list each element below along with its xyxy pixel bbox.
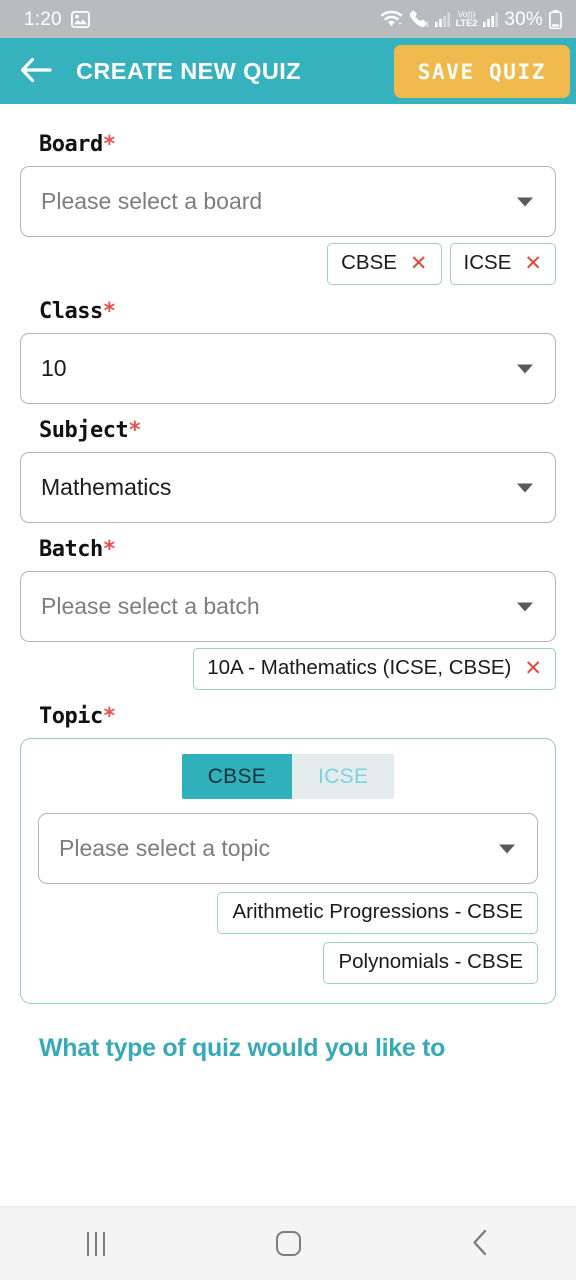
recents-button[interactable] bbox=[36, 1207, 156, 1280]
board-label: Board* bbox=[39, 132, 556, 157]
topic-chip[interactable]: Arithmetic Progressions - CBSE bbox=[217, 892, 538, 934]
board-select-value: Please select a board bbox=[41, 188, 263, 214]
status-bar-right: 1 Vo))) LTE2 30% bbox=[380, 8, 562, 30]
close-x-icon[interactable]: ✕ bbox=[410, 253, 428, 274]
svg-text:1: 1 bbox=[425, 22, 429, 29]
volte-icon: Vo))) LTE2 bbox=[456, 10, 478, 28]
chevron-down-icon bbox=[517, 197, 533, 206]
segmented-control: CBSE ICSE bbox=[181, 754, 395, 799]
battery-percent-label: 30% bbox=[504, 8, 543, 30]
batch-select-value: Please select a batch bbox=[41, 593, 260, 619]
topic-board-tabs: CBSE ICSE bbox=[38, 754, 538, 799]
chevron-down-icon bbox=[517, 602, 533, 611]
batch-label: Batch* bbox=[39, 537, 556, 562]
battery-low-icon bbox=[549, 9, 562, 29]
topic-select-value: Please select a topic bbox=[59, 835, 270, 861]
status-bar-left: 1:20 bbox=[24, 10, 90, 29]
subject-select[interactable]: Mathematics bbox=[20, 452, 556, 523]
board-label-text: Board bbox=[39, 132, 103, 157]
subject-select-value: Mathematics bbox=[41, 474, 172, 500]
topic-card: CBSE ICSE Please select a topic Arithmet… bbox=[20, 738, 556, 1004]
class-label-text: Class bbox=[39, 299, 103, 324]
topic-chip-label: Arithmetic Progressions - CBSE bbox=[232, 900, 523, 924]
system-back-button[interactable] bbox=[420, 1207, 540, 1280]
chevron-down-icon bbox=[499, 844, 515, 853]
batch-chip[interactable]: 10A - Mathematics (ICSE, CBSE) ✕ bbox=[193, 648, 556, 690]
batch-select[interactable]: Please select a batch bbox=[20, 571, 556, 642]
quiz-type-prompt: What type of quiz would you like to bbox=[39, 1034, 446, 1062]
gallery-image-icon bbox=[70, 10, 90, 28]
required-asterisk: * bbox=[102, 132, 116, 157]
topic-label: Topic* bbox=[39, 704, 556, 729]
required-asterisk: * bbox=[128, 418, 141, 443]
home-button[interactable] bbox=[228, 1207, 348, 1280]
call-forward-icon: 1 bbox=[409, 10, 429, 28]
app-header: CREATE NEW QUIZ SAVE QUIZ bbox=[0, 38, 576, 104]
topic-chip-label: Polynomials - CBSE bbox=[338, 950, 523, 974]
tab-cbse[interactable]: CBSE bbox=[181, 754, 293, 799]
board-chip[interactable]: CBSE ✕ bbox=[327, 243, 442, 285]
topic-chip-row: Polynomials - CBSE bbox=[38, 942, 538, 984]
topic-chip[interactable]: Polynomials - CBSE bbox=[323, 942, 538, 984]
signal-bars-icon-2 bbox=[483, 11, 499, 27]
close-x-icon[interactable]: ✕ bbox=[524, 658, 542, 679]
required-asterisk: * bbox=[102, 299, 116, 324]
system-nav-bar bbox=[0, 1206, 576, 1280]
class-select[interactable]: 10 bbox=[20, 333, 556, 404]
back-chevron-icon bbox=[472, 1229, 488, 1259]
batch-label-text: Batch bbox=[39, 537, 103, 562]
chevron-down-icon bbox=[517, 364, 533, 373]
board-chip-row: CBSE ✕ ICSE ✕ bbox=[20, 243, 556, 285]
batch-chip-label: 10A - Mathematics (ICSE, CBSE) bbox=[207, 656, 512, 680]
volte-bottom-label: LTE2 bbox=[455, 17, 478, 29]
subject-label: Subject* bbox=[39, 418, 556, 443]
topic-select[interactable]: Please select a topic bbox=[38, 813, 538, 884]
class-label: Class* bbox=[39, 299, 556, 324]
batch-chip-row: 10A - Mathematics (ICSE, CBSE) ✕ bbox=[20, 648, 556, 690]
board-chip-label: ICSE bbox=[463, 251, 512, 275]
quiz-form: Board* Please select a board CBSE ✕ ICSE… bbox=[0, 104, 576, 1206]
close-x-icon[interactable]: ✕ bbox=[524, 253, 542, 274]
phone-screen: 1:20 1 Vo))) LTE2 30% CREATE NEW QUIZ SA… bbox=[0, 0, 576, 1280]
required-asterisk: * bbox=[102, 704, 116, 729]
status-bar: 1:20 1 Vo))) LTE2 30% bbox=[0, 0, 576, 38]
board-chip[interactable]: ICSE ✕ bbox=[449, 243, 556, 285]
chevron-down-icon bbox=[517, 483, 533, 492]
topic-chip-row: Arithmetic Progressions - CBSE bbox=[38, 892, 538, 934]
board-chip-label: CBSE bbox=[341, 251, 397, 275]
topic-label-text: Topic bbox=[39, 704, 103, 729]
required-asterisk: * bbox=[102, 537, 116, 562]
class-select-value: 10 bbox=[41, 355, 67, 381]
subject-label-text: Subject bbox=[39, 418, 129, 443]
home-icon bbox=[275, 1231, 301, 1256]
board-select[interactable]: Please select a board bbox=[20, 166, 556, 237]
wifi-icon bbox=[380, 10, 403, 28]
signal-bars-icon-1 bbox=[434, 11, 450, 27]
status-clock: 1:20 bbox=[24, 8, 62, 30]
recents-icon bbox=[86, 1231, 106, 1256]
tab-icse[interactable]: ICSE bbox=[292, 754, 395, 799]
save-quiz-button[interactable]: SAVE QUIZ bbox=[393, 45, 570, 98]
